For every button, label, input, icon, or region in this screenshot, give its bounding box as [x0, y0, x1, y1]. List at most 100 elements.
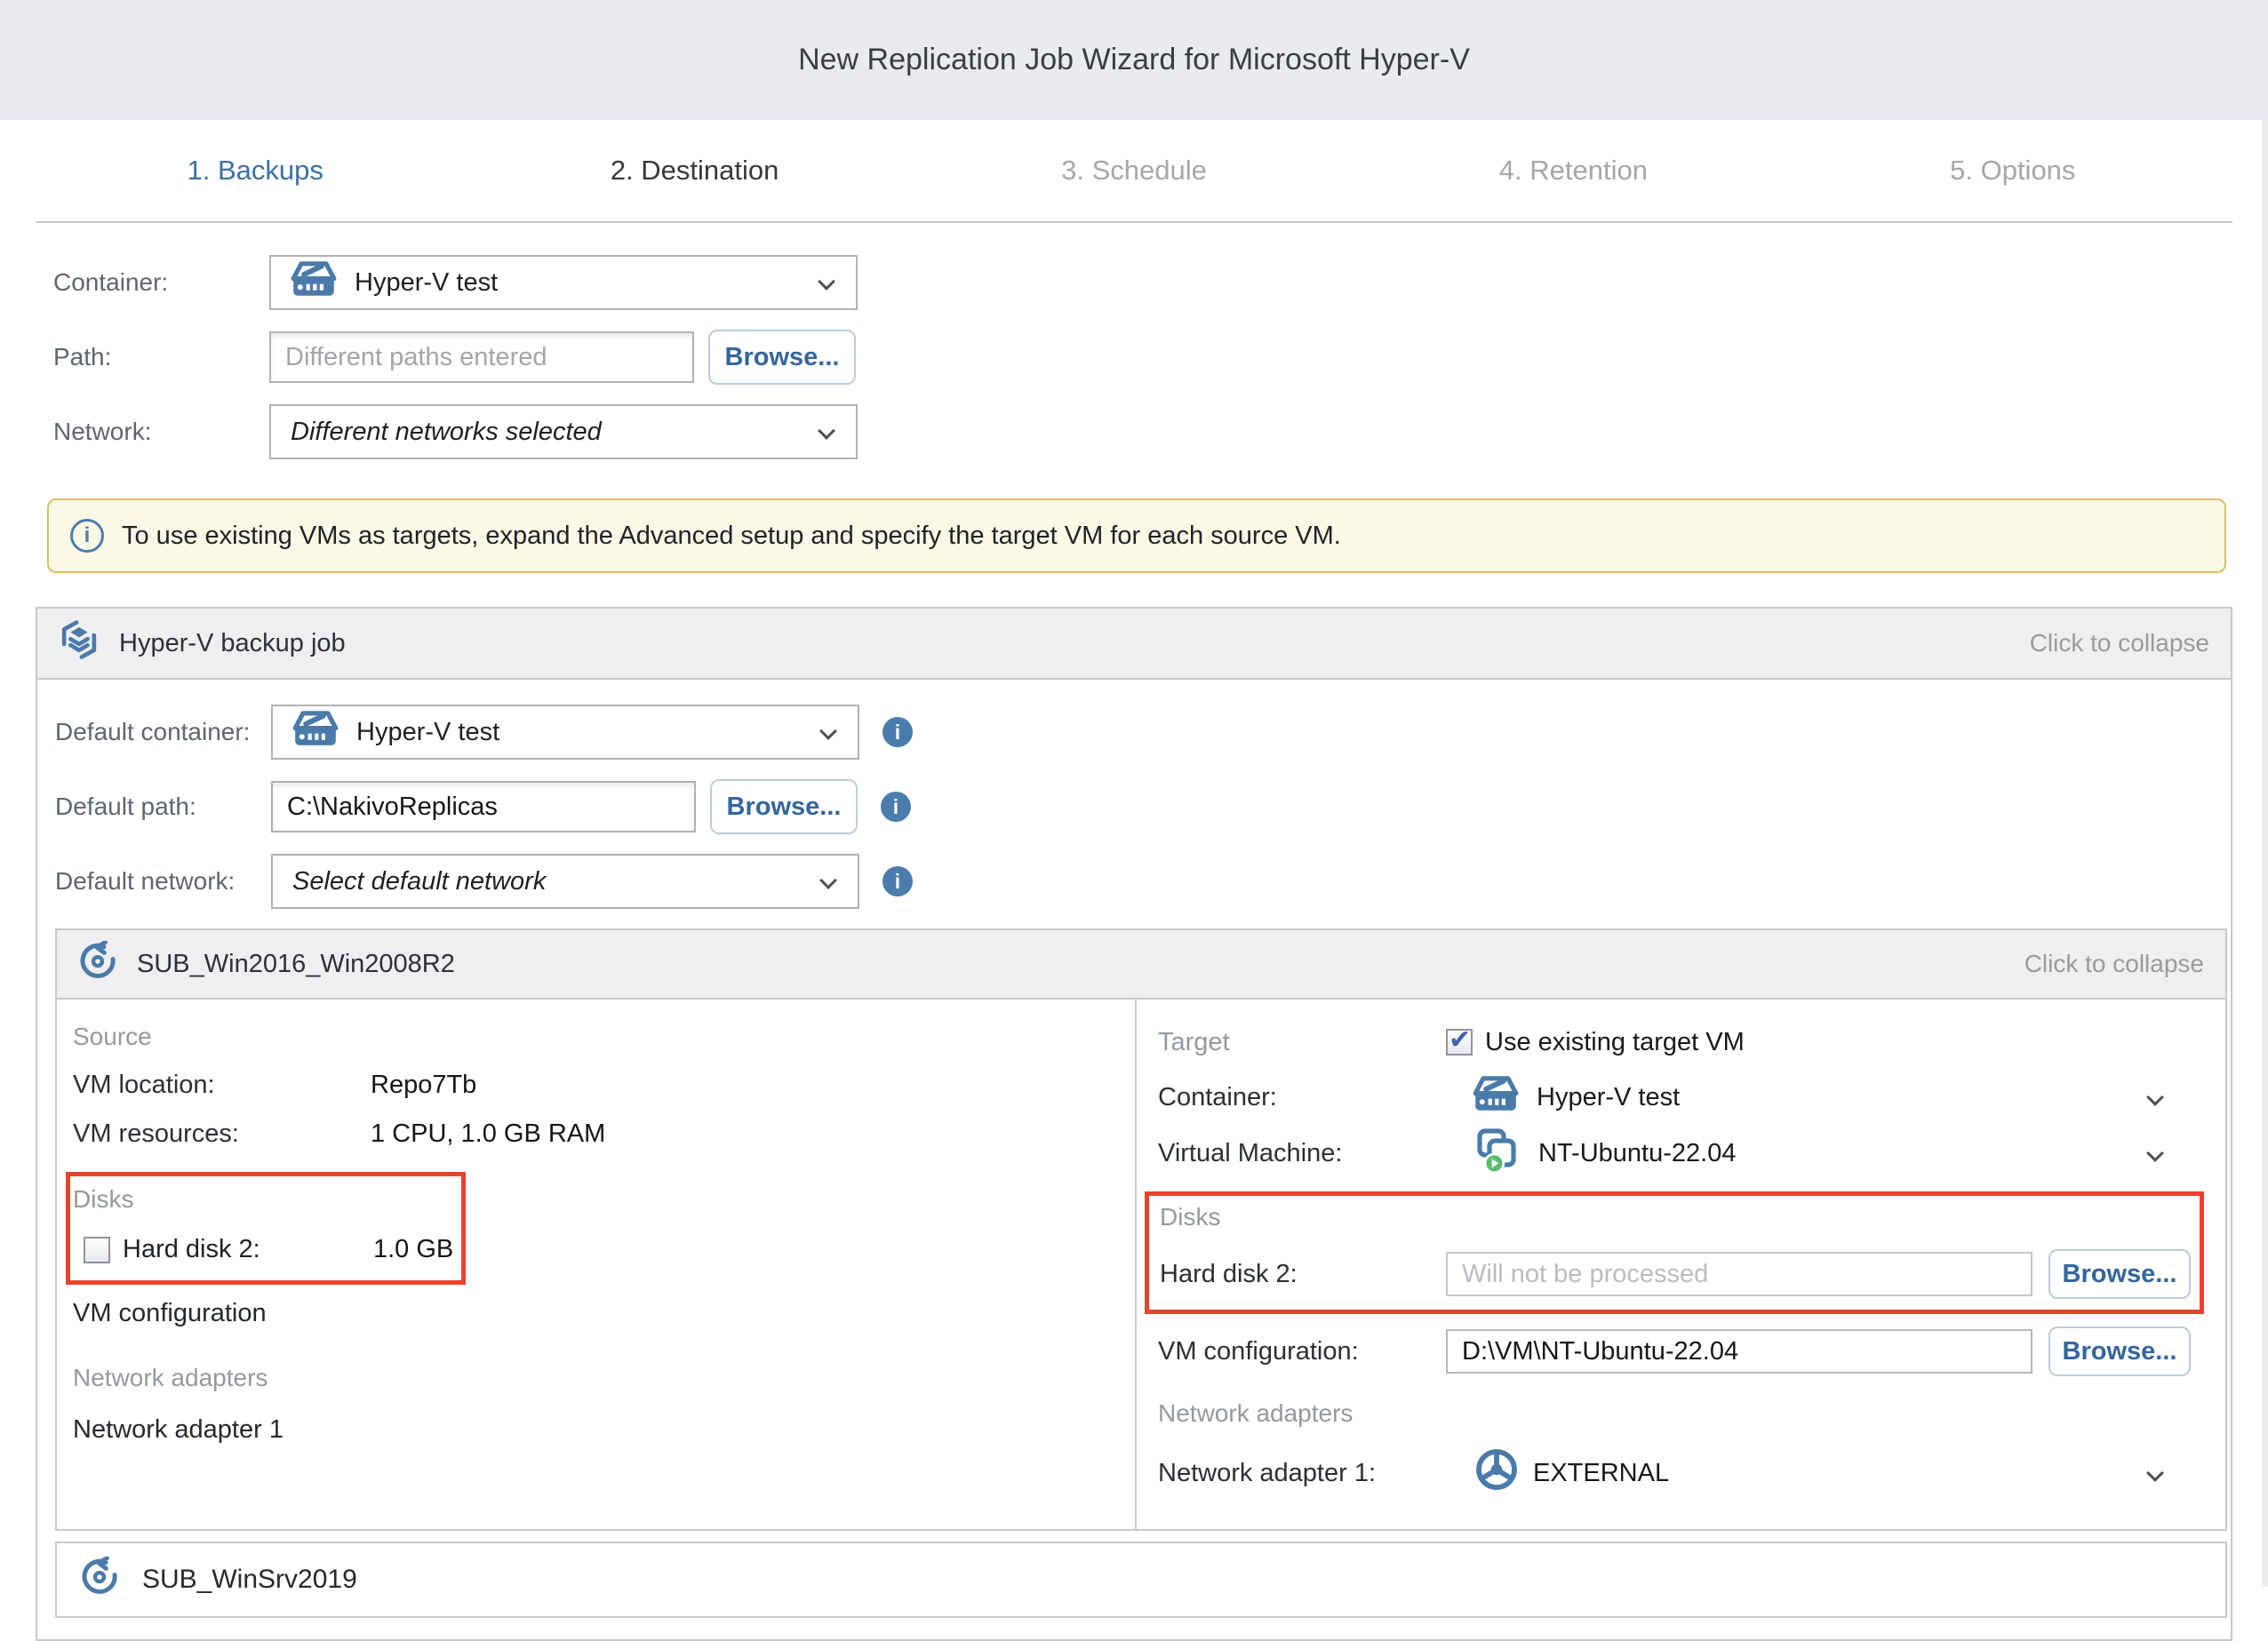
path-row: Path: Browse... — [53, 330, 2268, 385]
default-path-label: Default path: — [55, 793, 271, 821]
default-path-row: Default path: Browse... i — [55, 779, 2231, 834]
collapsed-vm-title: SUB_WinSrv2019 — [142, 1565, 357, 1595]
vm-location-value: Repo7Tb — [371, 1071, 476, 1100]
target-hard-disk-label: Hard disk 2: — [1160, 1260, 1446, 1289]
source-hard-disk-row: Hard disk 2: 1.0 GB — [84, 1235, 461, 1264]
backup-job-icon — [59, 619, 100, 667]
chevron-down-icon[interactable] — [2146, 1088, 2164, 1106]
hard-disk-size: 1.0 GB — [373, 1235, 453, 1264]
source-column: Source VM location: Repo7Tb VM resources… — [57, 1000, 1137, 1529]
target-container-row[interactable]: Container: — [1158, 1072, 2225, 1122]
default-path-browse-button[interactable]: Browse... — [710, 779, 858, 834]
target-container-label: Container: — [1158, 1083, 1446, 1112]
target-vm-configuration-row: VM configuration: Browse... — [1158, 1326, 2225, 1376]
target-header: Target — [1158, 1028, 1446, 1057]
vm-resources-label: VM resources: — [73, 1119, 371, 1149]
target-network-adapter-row[interactable]: Network adapter 1: EXTERNAL — [1158, 1447, 2225, 1499]
chevron-down-icon — [818, 422, 835, 440]
target-vm-configuration-label: VM configuration: — [1158, 1337, 1446, 1366]
collapse-hint[interactable]: Click to collapse — [2024, 950, 2204, 978]
target-vm-configuration-input[interactable] — [1446, 1329, 2032, 1374]
target-disks-annotation-box: Disks Hard disk 2: Browse... — [1145, 1191, 2204, 1314]
vm-subpanel-title: SUB_Win2016_Win2008R2 — [137, 950, 455, 979]
network-icon — [1474, 1447, 1519, 1499]
replication-point-icon — [78, 941, 117, 987]
virtual-machine-label: Virtual Machine: — [1158, 1139, 1446, 1168]
info-icon: i — [70, 519, 104, 553]
target-network-adapters-header: Network adapters — [1158, 1399, 2225, 1428]
path-input[interactable] — [269, 331, 694, 383]
tab-destination[interactable]: 2. Destination — [475, 155, 914, 187]
wizard-titlebar: New Replication Job Wizard for Microsoft… — [0, 0, 2268, 120]
network-select[interactable]: Different networks selected — [269, 404, 858, 459]
page-title: New Replication Job Wizard for Microsoft… — [798, 43, 1470, 77]
tab-retention[interactable]: 4. Retention — [1354, 155, 1793, 187]
target-disks-header: Disks — [1160, 1203, 2200, 1231]
container-row: Container: Hyper-V test — [53, 255, 2268, 310]
target-network-adapter-label: Network adapter 1: — [1158, 1459, 1446, 1488]
target-hard-disk-browse-button[interactable]: Browse... — [2048, 1249, 2191, 1299]
default-network-select[interactable]: Select default network — [271, 854, 859, 909]
vm-resources-row: VM resources: 1 CPU, 1.0 GB RAM — [73, 1119, 1135, 1149]
default-network-info-icon[interactable]: i — [882, 866, 913, 896]
vm-subpanel-header[interactable]: SUB_Win2016_Win2008R2 Click to collapse — [57, 930, 2225, 1000]
backup-job-panel-header[interactable]: Hyper-V backup job Click to collapse — [37, 609, 2231, 680]
source-disks-header: Disks — [73, 1185, 461, 1214]
backup-job-panel: Hyper-V backup job Click to collapse Def… — [36, 607, 2232, 1641]
target-network-adapter-value: EXTERNAL — [1533, 1459, 1669, 1488]
vm-resources-value: 1 CPU, 1.0 GB RAM — [371, 1119, 605, 1149]
chevron-down-icon — [819, 722, 837, 740]
collapse-hint[interactable]: Click to collapse — [2030, 629, 2209, 657]
tab-options[interactable]: 5. Options — [1793, 155, 2232, 187]
target-hard-disk-input[interactable] — [1446, 1252, 2032, 1296]
network-row: Network: Different networks selected — [53, 404, 2268, 459]
source-disks-annotation-box: Disks Hard disk 2: 1.0 GB — [66, 1172, 466, 1285]
hard-disk-checkbox[interactable] — [84, 1237, 110, 1263]
destination-defaults-form: Container: Hyper-V test — [0, 223, 2268, 459]
backup-job-panel-body: Default container: Hyper-V t — [37, 680, 2231, 1639]
default-container-label: Default container: — [55, 718, 271, 746]
default-container-select[interactable]: Hyper-V test — [271, 705, 859, 760]
replication-point-icon — [80, 1557, 119, 1603]
target-virtual-machine-row[interactable]: Virtual Machine: NT-Ubuntu-22.04 — [1158, 1126, 2225, 1181]
default-container-info-icon[interactable]: i — [882, 717, 913, 747]
path-browse-button[interactable]: Browse... — [708, 330, 856, 385]
backup-job-title: Hyper-V backup job — [119, 629, 346, 658]
use-existing-target-row: Target Use existing target VM — [1158, 1023, 2225, 1062]
source-vm-configuration: VM configuration — [73, 1299, 1135, 1328]
collapsed-vm-bar[interactable]: SUB_WinSrv2019 — [55, 1541, 2227, 1618]
info-banner: i To use existing VMs as targets, expand… — [47, 498, 2226, 573]
default-network-value: Select default network — [292, 867, 546, 896]
network-value: Different networks selected — [291, 418, 602, 447]
vm-location-label: VM location: — [73, 1071, 371, 1100]
target-vm-configuration-browse-button[interactable]: Browse... — [2048, 1326, 2191, 1376]
hyperv-host-icon — [291, 259, 337, 306]
tab-backups[interactable]: 1. Backups — [36, 155, 475, 187]
default-path-info-icon[interactable]: i — [881, 792, 911, 822]
scrollbar-gutter[interactable] — [2262, 120, 2268, 1587]
default-network-row: Default network: Select default network … — [55, 854, 2231, 909]
vm-subpanel: SUB_Win2016_Win2008R2 Click to collapse … — [55, 928, 2227, 1531]
source-header: Source — [73, 1023, 1135, 1051]
tab-schedule[interactable]: 3. Schedule — [914, 155, 1354, 187]
default-network-label: Default network: — [55, 867, 271, 896]
container-value: Hyper-V test — [355, 268, 498, 298]
container-label: Container: — [53, 268, 269, 297]
replication-job-wizard: New Replication Job Wizard for Microsoft… — [0, 0, 2268, 1641]
use-existing-target-vm-label: Use existing target VM — [1485, 1028, 1745, 1057]
path-label: Path: — [53, 343, 269, 371]
vm-location-row: VM location: Repo7Tb — [73, 1071, 1135, 1100]
target-container-value: Hyper-V test — [1537, 1083, 1680, 1112]
virtual-machine-value: NT-Ubuntu-22.04 — [1538, 1139, 1736, 1168]
source-network-adapter: Network adapter 1 — [73, 1415, 1135, 1445]
chevron-down-icon[interactable] — [2146, 1144, 2164, 1162]
use-existing-target-vm-checkbox[interactable] — [1446, 1029, 1473, 1055]
container-select[interactable]: Hyper-V test — [269, 255, 858, 310]
default-path-input[interactable] — [271, 781, 696, 832]
default-container-row: Default container: Hyper-V t — [55, 705, 2231, 760]
chevron-down-icon[interactable] — [2146, 1464, 2164, 1482]
info-banner-text: To use existing VMs as targets, expand t… — [122, 522, 1341, 551]
vm-running-icon — [1473, 1126, 1521, 1181]
chevron-down-icon — [818, 273, 835, 291]
target-hard-disk-row: Hard disk 2: Browse... — [1160, 1249, 2200, 1299]
